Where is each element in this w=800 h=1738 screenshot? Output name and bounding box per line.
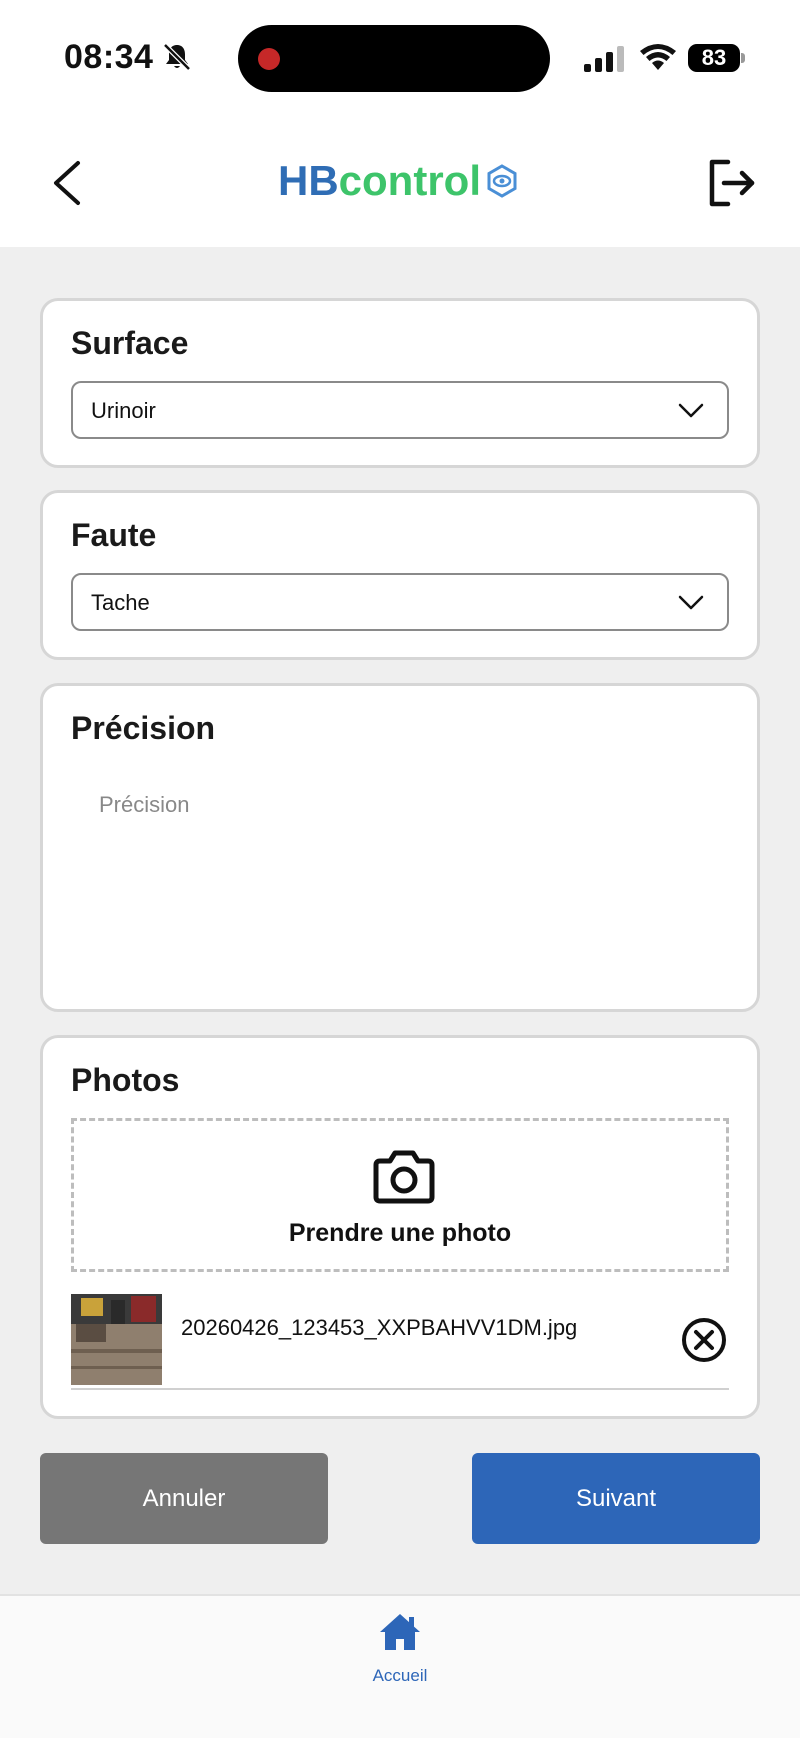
precision-placeholder: Précision (99, 792, 190, 817)
next-button[interactable]: Suivant (472, 1453, 760, 1544)
bell-muted-icon (163, 43, 191, 71)
precision-card: Précision Précision (40, 683, 760, 1012)
back-arrow-icon[interactable] (44, 155, 94, 211)
logout-icon[interactable] (706, 156, 758, 210)
status-bar: 08:34 83 (0, 0, 800, 120)
eye-hexagon-icon (487, 164, 517, 198)
wifi-icon (640, 44, 676, 70)
recording-indicator-icon (258, 48, 280, 70)
cellular-signal-icon (584, 46, 624, 72)
app-logo: HB control (278, 156, 519, 206)
photo-thumbnail[interactable] (71, 1294, 162, 1385)
camera-icon (373, 1150, 435, 1204)
photos-title: Photos (71, 1062, 180, 1098)
photos-card: Photos Prendre une photo 20260426_123453… (40, 1035, 760, 1419)
surface-title: Surface (71, 325, 189, 361)
precision-title: Précision (71, 710, 216, 746)
bottom-nav: Accueil (0, 1594, 800, 1738)
nav-home-label[interactable]: Accueil (0, 1666, 800, 1686)
faute-title: Faute (71, 517, 157, 553)
home-icon[interactable] (378, 1612, 422, 1652)
surface-select-value: Urinoir (91, 398, 156, 423)
surface-select[interactable]: Urinoir (71, 381, 729, 439)
faute-select[interactable]: Tache (71, 573, 729, 631)
faute-select-value: Tache (91, 590, 150, 615)
status-time: 08:34 (64, 38, 154, 76)
app-header: HB control (0, 120, 800, 247)
faute-card: Faute Tache (40, 490, 760, 660)
photo-file-row: 20260426_123453_XXPBAHVV1DM.jpg (71, 1294, 729, 1390)
battery-indicator: 83 (688, 44, 746, 72)
photo-file-name: 20260426_123453_XXPBAHVV1DM.jpg (181, 1315, 578, 1340)
remove-photo-icon[interactable] (680, 1316, 728, 1364)
dynamic-island (238, 25, 550, 92)
battery-level: 83 (688, 44, 740, 72)
take-photo-label: Prendre une photo (288, 1219, 512, 1247)
chevron-down-icon (678, 403, 704, 418)
surface-card: Surface Urinoir (40, 298, 760, 468)
precision-textarea[interactable]: Précision (71, 782, 729, 982)
cancel-button[interactable]: Annuler (40, 1453, 328, 1544)
take-photo-dropzone[interactable]: Prendre une photo (71, 1118, 729, 1272)
logo-text-hb: HB (278, 157, 339, 204)
logo-text-control: control (338, 157, 481, 204)
chevron-down-icon (678, 595, 704, 610)
